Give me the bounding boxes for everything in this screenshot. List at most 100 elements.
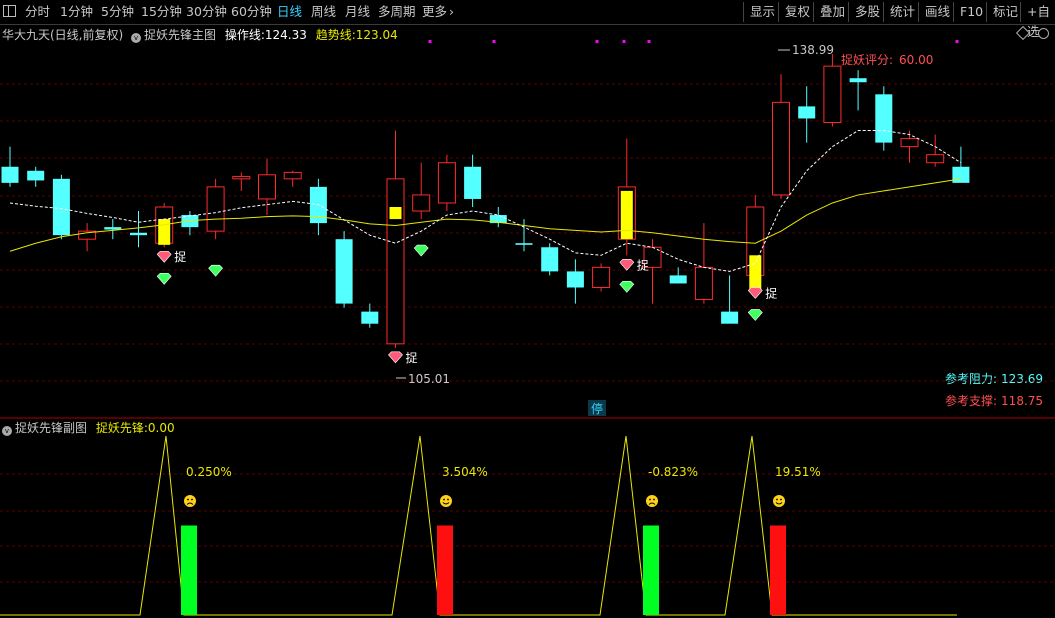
top-dot-marker: [622, 40, 626, 43]
candles-layer: [1, 54, 970, 348]
face-eye: [780, 498, 782, 501]
layout-toggle-icon[interactable]: [3, 5, 16, 17]
candle-body-up: [900, 138, 919, 148]
sub-indicator-chart: 0.250% 3.504% -0.823% 19.51%: [0, 435, 957, 616]
signal-bar: [389, 207, 402, 220]
happy-face-icon: [440, 495, 452, 507]
candle-body-down: [104, 227, 122, 230]
green-diamond-icon: [619, 280, 635, 293]
period-daily[interactable]: 日线: [277, 3, 302, 21]
candle-body-down: [27, 170, 45, 181]
green-diamond-icon: [747, 309, 763, 321]
trend-line: [9, 178, 961, 252]
candle-body-up: [437, 162, 456, 204]
happy-face-icon: [773, 495, 785, 507]
period-more[interactable]: 更多: [422, 3, 447, 21]
kline-chart[interactable]: 捉捉捉捉 0.250% 3.504% -0.823% 19.51% 138.99 10…: [0, 24, 1055, 618]
candle-body-up: [283, 171, 302, 180]
period-toolbar: 分时 1分钟 5分钟 15分钟 30分钟 60分钟 日线 周线 月线 多周期 更…: [0, 0, 1055, 39]
catch-label: 捉: [406, 350, 418, 365]
sub-signal-bar: [437, 525, 453, 615]
green-diamond-icon: [413, 244, 429, 257]
face-eye: [187, 498, 189, 501]
period-1min[interactable]: 1分钟: [60, 3, 93, 21]
period-intraday[interactable]: 分时: [25, 3, 50, 21]
period-monthly[interactable]: 月线: [345, 3, 370, 21]
f10-button[interactable]: F10: [953, 2, 989, 22]
top-dot-marker: [955, 40, 959, 43]
sub-percent-label: -0.823%: [648, 465, 698, 479]
top-dot-marker: [647, 40, 651, 43]
candle-body-up: [258, 174, 276, 200]
candle-body-down: [52, 178, 70, 236]
sub-percent-label: 3.504%: [442, 465, 488, 479]
sub-signal-bar: [770, 525, 786, 615]
top-dot-marker: [492, 40, 496, 43]
stop-badge: 停: [591, 401, 603, 416]
signal-bar: [749, 255, 762, 292]
period-15min[interactable]: 15分钟: [141, 3, 182, 21]
mark-button[interactable]: 标记: [986, 2, 1024, 22]
face-eye: [649, 498, 651, 501]
green-diamond-icon: [208, 264, 224, 277]
face-eye: [443, 498, 445, 501]
signal-bar: [620, 190, 633, 240]
high-price-label: 138.99: [792, 43, 834, 57]
sad-face-icon: [646, 495, 658, 507]
indicator-lines: [9, 49, 962, 379]
period-5min[interactable]: 5分钟: [101, 3, 134, 21]
candle-body-down: [721, 311, 739, 324]
period-multi[interactable]: 多周期: [378, 3, 416, 21]
candle-body-up: [232, 175, 251, 180]
candle-body-up: [694, 266, 713, 301]
sub-signal-bar: [181, 525, 197, 615]
face-eye: [776, 498, 778, 501]
sub-percent-label: 19.51%: [775, 465, 821, 479]
red-diamond-icon: [619, 258, 635, 271]
signal-bar: [158, 219, 171, 245]
candle-body-up: [386, 178, 405, 345]
display-button[interactable]: 显示: [743, 2, 781, 22]
candle-body-up: [412, 194, 431, 212]
sub-signal-bar: [643, 525, 659, 615]
multi-stock-button[interactable]: 多股: [848, 2, 886, 22]
top-dot-marker: [428, 40, 432, 43]
period-60min[interactable]: 60分钟: [231, 3, 272, 21]
op-line: [9, 130, 962, 272]
period-30min[interactable]: 30分钟: [186, 3, 227, 21]
sub-percent-label: 0.250%: [186, 465, 232, 479]
chart-grid: [0, 83, 1055, 583]
sad-face-icon: [184, 495, 196, 507]
candle-body-down: [952, 166, 970, 183]
candle-body-down: [515, 243, 533, 245]
catch-label: 捉: [765, 285, 777, 300]
candle-body-down: [361, 311, 379, 324]
candle-body-down: [130, 232, 147, 236]
face-eye: [653, 498, 655, 501]
candle-body-up: [926, 154, 945, 164]
green-diamond-icon: [156, 272, 172, 285]
add-watchlist-button[interactable]: +自选: [1020, 2, 1055, 39]
period-weekly[interactable]: 周线: [311, 3, 336, 21]
candle-body-down: [566, 271, 584, 288]
candle-body-down: [875, 94, 893, 143]
low-price-label: 105.01: [408, 372, 450, 386]
candle-body-up: [823, 65, 842, 123]
candle-body-down: [464, 166, 482, 199]
candle-body-down: [669, 275, 687, 284]
candle-body-down: [849, 78, 867, 83]
candle-body-up: [772, 101, 790, 196]
candle-body-down: [541, 247, 559, 272]
red-diamond-icon: [747, 287, 763, 299]
sub-spike-line: [0, 435, 957, 616]
catch-label: 捉: [174, 249, 186, 264]
top-dot-marker: [595, 40, 599, 43]
stats-button[interactable]: 统计: [883, 2, 921, 22]
chevron-right-icon[interactable]: ›: [449, 3, 454, 21]
candle-body-down: [335, 239, 353, 304]
draw-button[interactable]: 画线: [918, 2, 956, 22]
overlay-button[interactable]: 叠加: [813, 2, 851, 22]
candle-body-down: [1, 166, 19, 183]
candle-body-down: [798, 106, 816, 119]
adjust-button[interactable]: 复权: [778, 2, 816, 22]
